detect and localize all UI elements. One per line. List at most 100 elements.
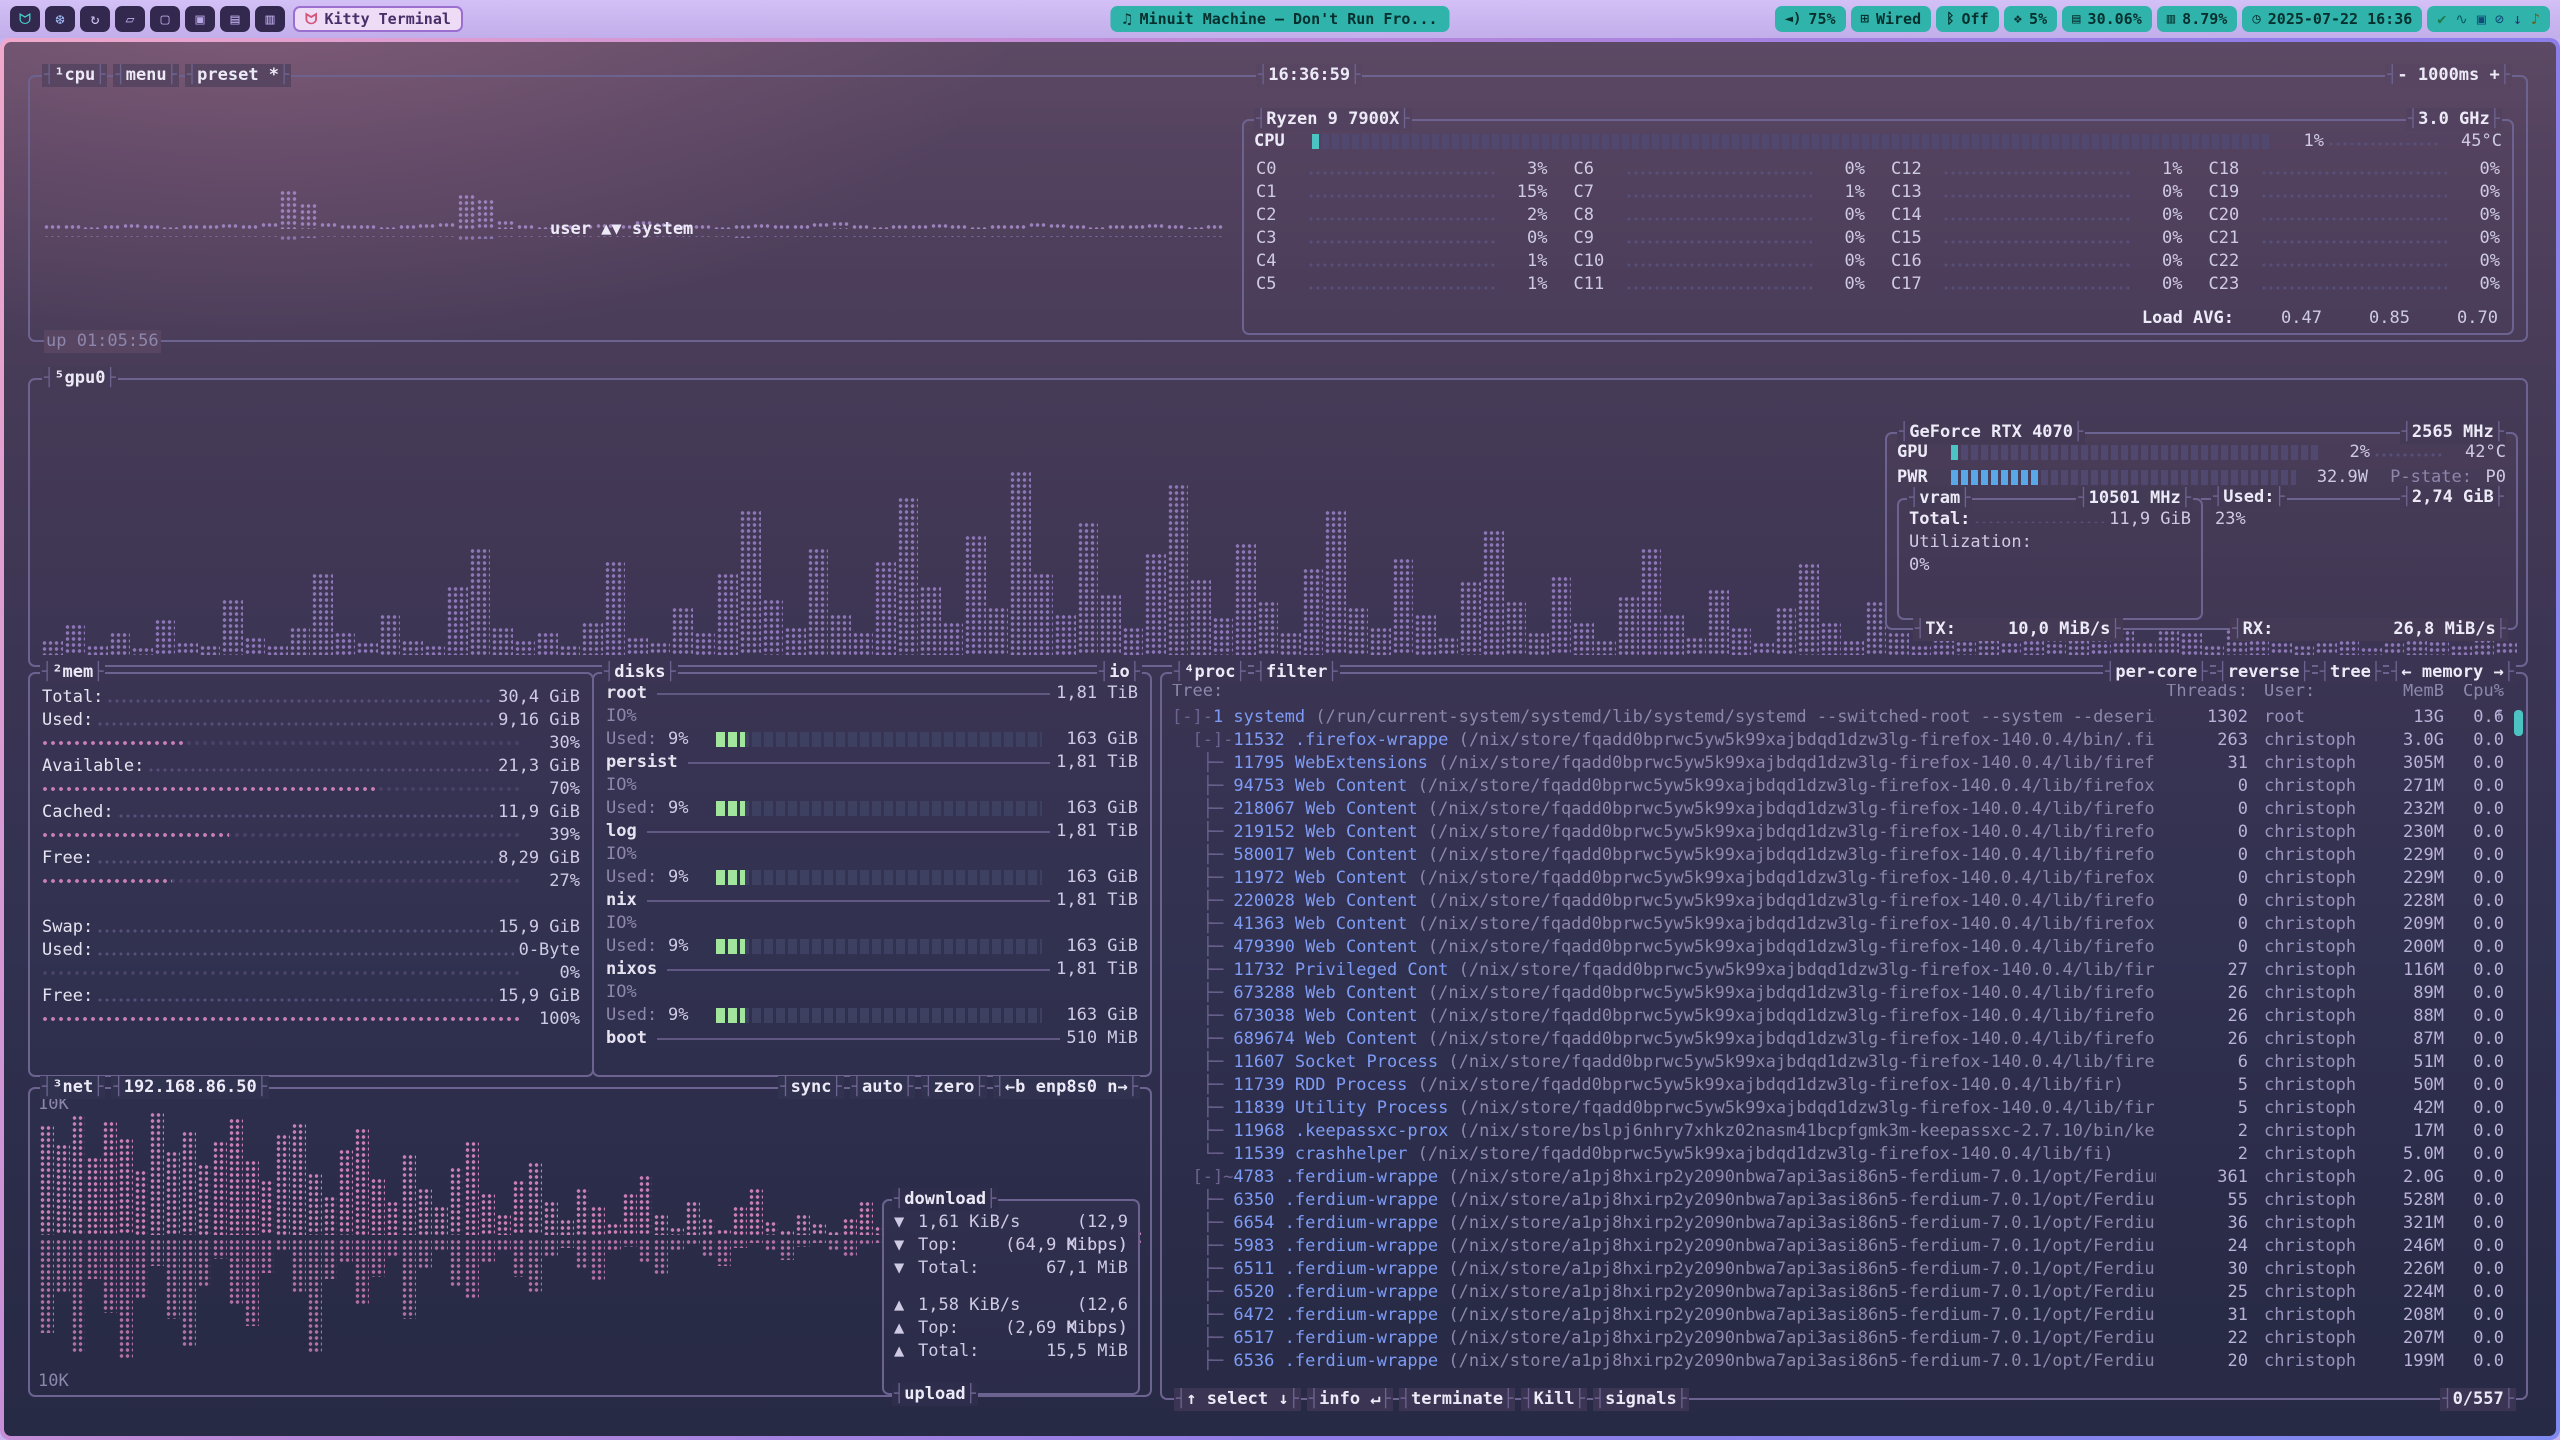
status-module-cpu[interactable]: ❖5% <box>2004 6 2058 32</box>
graph-column <box>135 1239 149 1299</box>
process-row[interactable]: ├─ 219152 Web Content (/nix/store/fqadd0… <box>1172 821 2516 844</box>
tree-toggle[interactable]: tree <box>2318 661 2383 684</box>
reverse-toggle[interactable]: reverse <box>2216 661 2312 684</box>
process-row[interactable]: ├─ 94753 Web Content (/nix/store/fqadd0b… <box>1172 775 2516 798</box>
menu-button[interactable]: menu <box>113 64 178 87</box>
bell-icon[interactable]: ♪ <box>2531 10 2540 28</box>
process-row[interactable]: ├─ 6654 .ferdium-wrappe (/nix/store/a1pj… <box>1172 1212 2516 1235</box>
terminate-button[interactable]: terminate <box>1399 1388 1516 1411</box>
io-mode-toggle[interactable]: io <box>1097 661 1142 684</box>
process-row[interactable]: └─ 11539 crashhelper (/nix/store/fqadd0b… <box>1172 1143 2516 1166</box>
process-row[interactable]: ├─ 673288 Web Content (/nix/store/fqadd0… <box>1172 982 2516 1005</box>
process-row[interactable]: ├─ 479390 Web Content (/nix/store/fqadd0… <box>1172 936 2516 959</box>
net-auto-button[interactable]: auto <box>850 1076 915 1099</box>
graph-column <box>891 224 909 229</box>
workspace-button[interactable]: ▢ <box>150 6 180 32</box>
graph-column <box>582 622 603 655</box>
graph-column <box>245 1239 259 1326</box>
download-icon[interactable]: ↓ <box>2513 10 2522 28</box>
graph-column <box>1088 226 1106 229</box>
graph-column <box>607 1239 621 1252</box>
workspace-button[interactable]: ▣ <box>185 6 215 32</box>
select-keys[interactable]: ↑ select ↓ <box>1174 1388 1301 1411</box>
memory-meter <box>42 874 522 889</box>
graph-column <box>261 222 279 229</box>
signals-button[interactable]: signals <box>1593 1388 1689 1411</box>
process-row[interactable]: ├─ 6350 .ferdium-wrappe (/nix/store/a1pj… <box>1172 1189 2516 1212</box>
workspace-button[interactable]: ▤ <box>220 6 250 32</box>
network-icon: ⊞ <box>1861 11 1869 27</box>
process-row[interactable]: ├─ 6511 .ferdium-wrappe (/nix/store/a1pj… <box>1172 1258 2516 1281</box>
vram-used-wrap: 2,74 GiB <box>2400 486 2506 509</box>
process-row[interactable]: ├─ 689674 Web Content (/nix/store/fqadd0… <box>1172 1028 2516 1051</box>
net-sync-button[interactable]: sync <box>778 1076 843 1099</box>
process-row[interactable]: ├─ 6536 .ferdium-wrappe (/nix/store/a1pj… <box>1172 1350 2516 1373</box>
kill-button[interactable]: Kill <box>1521 1388 1586 1411</box>
check-icon[interactable]: ✔ <box>2437 10 2446 28</box>
graph-column <box>1348 607 1369 655</box>
process-row[interactable]: ├─ 11739 RDD Process (/nix/store/fqadd0b… <box>1172 1074 2516 1097</box>
graph-column <box>143 224 161 229</box>
disk-used-meter <box>716 939 1042 954</box>
process-row[interactable]: ├─ 6517 .ferdium-wrappe (/nix/store/a1pj… <box>1172 1327 2516 1350</box>
graph-column <box>402 1239 416 1319</box>
filter-button[interactable]: filter <box>1254 661 1340 684</box>
process-row[interactable]: [-]-1 systemd (/run/current-system/syste… <box>1172 706 2516 729</box>
update-interval-control[interactable]: - 1000ms + <box>2385 64 2512 87</box>
graph-column <box>1618 596 1639 655</box>
net-zero-button[interactable]: zero <box>921 1076 986 1099</box>
graph-column <box>852 224 870 229</box>
process-row[interactable]: ├─ 673038 Web Content (/nix/store/fqadd0… <box>1172 1005 2516 1028</box>
proc-scrollbar[interactable] <box>2514 710 2523 736</box>
process-row[interactable]: ├─ 580017 Web Content (/nix/store/fqadd0… <box>1172 844 2516 867</box>
graph-column <box>1010 471 1031 655</box>
graph-column <box>1123 627 1144 655</box>
status-module-disk[interactable]: ▥8.79% <box>2157 6 2238 32</box>
workspace-button[interactable]: ▱ <box>115 6 145 32</box>
core-stat: C121% <box>1891 158 2183 181</box>
memory-icon: ▤ <box>2072 11 2080 27</box>
graph-column <box>402 640 423 655</box>
process-row[interactable]: ├─ 220028 Web Content (/nix/store/fqadd0… <box>1172 890 2516 913</box>
process-row[interactable]: ├─ 11839 Utility Process (/nix/store/fqa… <box>1172 1097 2516 1120</box>
disk-icon: ▥ <box>2167 11 2175 27</box>
status-module-clock[interactable]: ◷2025-07-22 16:36 <box>2242 6 2422 32</box>
process-row[interactable]: ├─ 6520 .ferdium-wrappe (/nix/store/a1pj… <box>1172 1281 2516 1304</box>
process-row[interactable]: ├─ 11607 Socket Process (/nix/store/fqad… <box>1172 1051 2516 1074</box>
process-row[interactable]: [-]-11532 .firefox-wrappe (/nix/store/fq… <box>1172 729 2516 752</box>
graph-column <box>740 510 761 655</box>
vram-used-label: Used: <box>2211 486 2287 509</box>
graph-column <box>2339 640 2360 655</box>
graph-column <box>123 223 141 229</box>
process-row[interactable]: ├─ 41363 Web Content (/nix/store/fqadd0b… <box>1172 913 2516 936</box>
process-row[interactable]: ├─ 6472 .ferdium-wrappe (/nix/store/a1pj… <box>1172 1304 2516 1327</box>
status-module-bluetooth[interactable]: ᛒOff <box>1936 6 1999 32</box>
process-row[interactable]: ├─ 5983 .ferdium-wrappe (/nix/store/a1pj… <box>1172 1235 2516 1258</box>
status-module-volume[interactable]: ◄)75% <box>1775 6 1846 32</box>
graph-column <box>150 1112 164 1236</box>
process-row[interactable]: ├─ 11795 WebExtensions (/nix/store/fqadd… <box>1172 752 2516 775</box>
workspace-button[interactable]: ▥ <box>255 6 285 32</box>
process-row[interactable]: [-]~4783 .ferdium-wrappe (/nix/store/a1p… <box>1172 1166 2516 1189</box>
preset-button[interactable]: preset * <box>185 64 291 87</box>
process-row[interactable]: ├─ 11968 .keepassxc-prox (/nix/store/bsl… <box>1172 1120 2516 1143</box>
sort-column-selector[interactable]: ← memory → <box>2389 661 2516 684</box>
net-interface-selector[interactable]: ←b enp8s0 n→ <box>993 1076 1140 1099</box>
status-module-network[interactable]: ⊞Wired <box>1851 6 1932 32</box>
mute-icon[interactable]: ⊘ <box>2495 10 2504 28</box>
workspace-button[interactable]: ↻ <box>80 6 110 32</box>
process-row[interactable]: ├─ 11732 Privileged Cont (/nix/store/fqa… <box>1172 959 2516 982</box>
workspace-button[interactable]: ᗢ <box>10 6 40 32</box>
graph-column <box>672 607 693 655</box>
info-button[interactable]: info ↵ <box>1307 1388 1393 1411</box>
per-core-toggle[interactable]: per-core <box>2103 661 2209 684</box>
wave-icon[interactable]: ∿ <box>2455 10 2468 28</box>
status-module-memory[interactable]: ▤30.06% <box>2062 6 2152 32</box>
load-avg-1m: 0.47 <box>2234 307 2322 330</box>
workspace-button[interactable]: ❆ <box>45 6 75 32</box>
process-row[interactable]: ├─ 218067 Web Content (/nix/store/fqadd0… <box>1172 798 2516 821</box>
display-icon[interactable]: ▣ <box>2477 10 2486 28</box>
process-row[interactable]: ├─ 11972 Web Content (/nix/store/fqadd0b… <box>1172 867 2516 890</box>
core-stat: C220% <box>2209 250 2501 273</box>
media-player-module[interactable]: ♫ Minuit Machine – Don't Run Fro... <box>1110 6 1449 32</box>
